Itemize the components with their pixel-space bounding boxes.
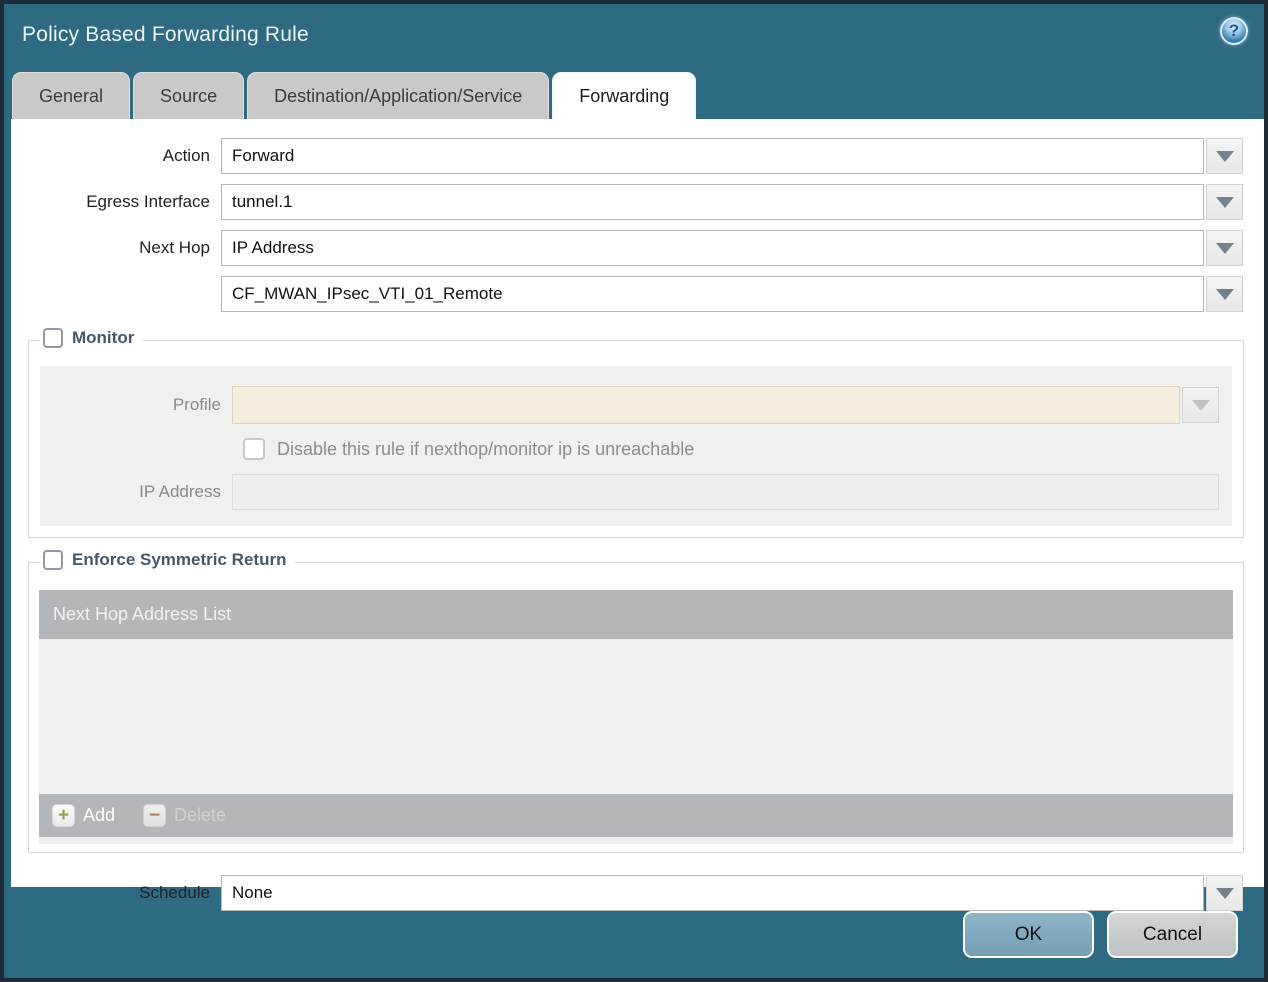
schedule-row: Schedule None	[11, 875, 1243, 911]
enforce-symmetric-return-legend: Enforce Symmetric Return	[39, 550, 296, 570]
minus-icon: −	[143, 804, 167, 827]
add-button-label: Add	[83, 805, 116, 825]
monitor-ip-address-label: IP Address	[139, 482, 221, 501]
next-hop-address-dropdown-button[interactable]	[1206, 276, 1243, 312]
dialog-title: Policy Based Forwarding Rule	[22, 23, 309, 46]
next-hop-address-list-toolbar: + Add − Delete	[39, 794, 1233, 837]
chevron-down-icon	[1215, 196, 1234, 208]
tab-bar: General Source Destination/Application/S…	[12, 72, 1256, 120]
profile-select	[232, 386, 1180, 424]
next-hop-type-dropdown-button[interactable]	[1206, 230, 1243, 266]
table-bottom-strip	[39, 837, 1233, 844]
schedule-select[interactable]: None	[221, 875, 1204, 911]
action-label: Action	[162, 146, 210, 165]
next-hop-address-list-table: Next Hop Address List + Add − Delete	[39, 590, 1233, 844]
next-hop-address-list-header: Next Hop Address List	[39, 590, 1233, 639]
monitor-fieldset: Monitor Profile Disable this rule if nex…	[28, 328, 1244, 538]
monitor-legend-label: Monitor	[72, 328, 135, 347]
profile-row: Profile	[40, 386, 1232, 424]
egress-interface-label: Egress Interface	[86, 192, 210, 211]
chevron-down-icon	[1191, 399, 1210, 411]
cancel-button[interactable]: Cancel	[1107, 911, 1238, 958]
policy-based-forwarding-rule-dialog: Policy Based Forwarding Rule ? General S…	[0, 0, 1268, 982]
disable-rule-checkbox	[243, 438, 265, 460]
disable-rule-row: Disable this rule if nexthop/monitor ip …	[243, 438, 1232, 460]
plus-icon: +	[52, 804, 75, 827]
chevron-down-icon	[1215, 242, 1234, 254]
disable-rule-label: Disable this rule if nexthop/monitor ip …	[277, 438, 695, 459]
schedule-dropdown-button[interactable]	[1206, 875, 1243, 911]
ok-button[interactable]: OK	[963, 911, 1094, 958]
next-hop-address-list-body[interactable]	[39, 639, 1233, 794]
tab-destination-application-service[interactable]: Destination/Application/Service	[247, 72, 550, 120]
chevron-down-icon	[1215, 887, 1234, 899]
dialog-button-bar: OK Cancel	[963, 911, 1238, 958]
schedule-label: Schedule	[139, 883, 210, 902]
tab-general[interactable]: General	[12, 72, 131, 120]
action-select[interactable]: Forward	[221, 138, 1204, 174]
delete-button: − Delete	[143, 804, 226, 827]
next-hop-type-select[interactable]: IP Address	[221, 230, 1204, 266]
next-hop-address-select[interactable]: CF_MWAN_IPsec_VTI_01_Remote	[221, 276, 1204, 312]
profile-dropdown-button	[1182, 387, 1219, 423]
help-glyph: ?	[1228, 21, 1240, 40]
action-row: Action Forward	[11, 138, 1243, 174]
monitor-ip-address-row: IP Address	[40, 474, 1232, 510]
dialog-titlebar: Policy Based Forwarding Rule ?	[4, 4, 1264, 66]
profile-label: Profile	[172, 395, 221, 414]
egress-interface-dropdown-button[interactable]	[1206, 184, 1243, 220]
monitor-ip-address-input	[232, 474, 1219, 510]
next-hop-label: Next Hop	[139, 238, 210, 257]
enforce-symmetric-return-fieldset: Enforce Symmetric Return Next Hop Addres…	[28, 550, 1244, 853]
monitor-legend: Monitor	[39, 328, 144, 348]
enforce-symmetric-return-legend-label: Enforce Symmetric Return	[72, 550, 287, 569]
next-hop-row: Next Hop IP Address	[11, 230, 1243, 266]
egress-interface-select[interactable]: tunnel.1	[221, 184, 1204, 220]
forwarding-tab-panel: Action Forward Egress Interface tunnel.1…	[11, 119, 1264, 911]
tab-forwarding[interactable]: Forwarding	[552, 72, 697, 120]
chevron-down-icon	[1215, 150, 1234, 162]
delete-button-label: Delete	[174, 805, 227, 825]
action-dropdown-button[interactable]	[1206, 138, 1243, 174]
monitor-panel: Profile Disable this rule if nexthop/mon…	[40, 366, 1232, 526]
add-button[interactable]: + Add	[52, 804, 115, 827]
help-icon[interactable]: ?	[1220, 17, 1248, 45]
enforce-symmetric-return-checkbox[interactable]	[43, 550, 63, 570]
next-hop-address-row: CF_MWAN_IPsec_VTI_01_Remote	[11, 276, 1243, 312]
tab-source[interactable]: Source	[133, 72, 245, 120]
chevron-down-icon	[1215, 288, 1234, 300]
egress-interface-row: Egress Interface tunnel.1	[11, 184, 1243, 220]
monitor-checkbox[interactable]	[43, 328, 63, 348]
